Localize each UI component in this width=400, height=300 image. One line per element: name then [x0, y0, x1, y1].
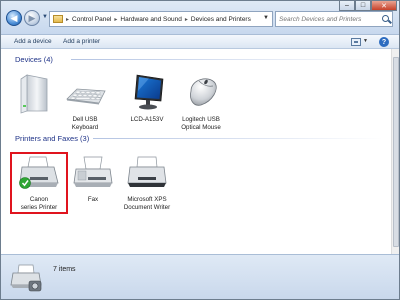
- command-bar: Add a device Add a printer ▼ ?: [1, 35, 399, 49]
- device-item-mouse[interactable]: Logitech USB Optical Mouse: [171, 71, 231, 132]
- printer-label-line1: Microsoft XPS: [127, 196, 167, 203]
- fax-icon: [73, 156, 113, 187]
- maximize-button[interactable]: □: [355, 1, 371, 11]
- group-divider: [71, 59, 381, 60]
- add-device-button[interactable]: Add a device: [14, 38, 52, 45]
- device-item-keyboard[interactable]: Dell USB Keyboard: [55, 71, 115, 132]
- add-printer-button[interactable]: Add a printer: [63, 38, 100, 45]
- view-options-chevron-icon[interactable]: ▼: [363, 38, 368, 44]
- printer-item-xps[interactable]: Microsoft XPS Document Writer: [117, 153, 177, 212]
- devices-and-printers-window: ◀ ▶ ▼ ▸ Control Panel ▸ Hardware and Sou…: [0, 0, 400, 300]
- devices-group-heading[interactable]: Devices (4): [15, 55, 53, 64]
- item-count: 7 items: [53, 266, 76, 273]
- device-label-line2: Keyboard: [71, 124, 99, 131]
- group-divider: [93, 138, 383, 139]
- change-view-icon[interactable]: [351, 38, 361, 46]
- breadcrumb-separator[interactable]: ▸: [185, 16, 188, 23]
- control-panel-icon: [53, 15, 63, 23]
- close-button[interactable]: ✕: [371, 1, 397, 11]
- back-arrow-icon: ◀: [10, 12, 18, 23]
- search-box[interactable]: [275, 11, 393, 27]
- recent-pages-chevron-icon[interactable]: ▼: [42, 14, 48, 20]
- address-bar-area: ◀ ▶ ▼ ▸ Control Panel ▸ Hardware and Sou…: [1, 1, 399, 35]
- printer-label: Fax: [87, 196, 99, 203]
- help-icon[interactable]: ?: [379, 37, 389, 47]
- address-breadcrumb[interactable]: ▸ Control Panel ▸ Hardware and Sound ▸ D…: [49, 11, 273, 27]
- devices-and-printers-icon: [10, 264, 42, 292]
- vertical-scrollbar[interactable]: [391, 49, 399, 254]
- xps-printer-icon: [127, 156, 167, 187]
- device-label-line2: Optical Mouse: [181, 124, 221, 131]
- search-input[interactable]: [279, 15, 379, 23]
- mouse-icon: [190, 78, 217, 106]
- keyboard-icon: [66, 88, 106, 105]
- device-label-line1: Logitech USB: [182, 116, 220, 123]
- breadcrumb-separator[interactable]: ▸: [114, 16, 117, 23]
- forward-button[interactable]: ▶: [24, 10, 40, 26]
- monitor-icon: [134, 74, 164, 110]
- breadcrumb-control-panel[interactable]: Control Panel: [72, 16, 111, 23]
- breadcrumb-separator[interactable]: ▸: [66, 16, 69, 23]
- address-dropdown-icon[interactable]: ▼: [263, 15, 269, 21]
- minimize-button[interactable]: –: [339, 1, 355, 11]
- printer-item-fax[interactable]: Fax: [63, 153, 123, 204]
- breadcrumb-hardware-and-sound[interactable]: Hardware and Sound: [120, 16, 181, 23]
- forward-arrow-icon: ▶: [28, 12, 36, 23]
- printers-group-heading[interactable]: Printers and Faxes (3): [15, 134, 89, 143]
- device-label-line1: Dell USB: [72, 116, 98, 123]
- search-icon[interactable]: [382, 15, 389, 22]
- selected-printer-highlight: [10, 152, 68, 214]
- scrollbar-thumb[interactable]: [393, 57, 399, 247]
- breadcrumb-devices-and-printers[interactable]: Devices and Printers: [191, 16, 251, 23]
- back-button[interactable]: ◀: [6, 10, 22, 26]
- computer-tower-icon: [20, 74, 48, 114]
- device-label: LCD-A153V: [130, 116, 164, 123]
- details-pane: 7 items: [1, 254, 399, 299]
- printer-label-line2: Document Writer: [123, 204, 171, 211]
- device-item-monitor[interactable]: LCD-A153V: [117, 71, 177, 124]
